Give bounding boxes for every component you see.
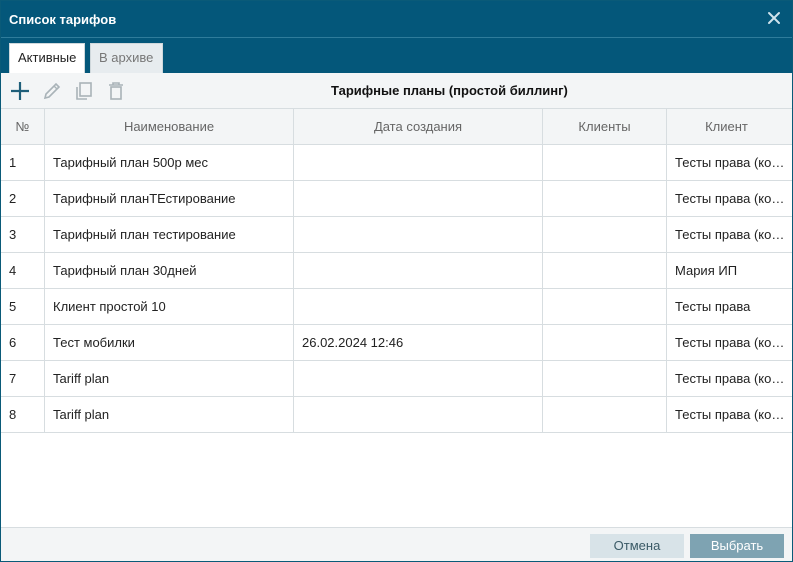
row-client-cell: Тесты права (копия) <box>675 407 792 422</box>
row-created-cell: 26.02.2024 12:46 <box>294 325 543 361</box>
row-created-cell <box>294 361 543 397</box>
row-name-cell: Тест мобилки <box>45 325 294 361</box>
row-clients-cell <box>543 145 667 181</box>
column-header-number[interactable]: № <box>1 109 45 145</box>
table-row[interactable]: 8 Tariff plan Тесты права (копия) <box>1 397 792 433</box>
table-row[interactable]: 5 Клиент простой 10 Тесты права <box>1 289 792 325</box>
table-row[interactable]: 4 Тарифный план 30дней Мария ИП <box>1 253 792 289</box>
tab-strip: Активные В архиве <box>1 37 792 73</box>
row-clients-cell <box>543 325 667 361</box>
row-client-cell: Тесты права (копия) <box>675 191 792 206</box>
column-header-name[interactable]: Наименование <box>45 109 294 145</box>
table-row[interactable]: 6 Тест мобилки 26.02.2024 12:46 Тесты права… <box>1 325 792 361</box>
row-client-cell: Тесты права (копия) <box>675 227 792 242</box>
row-name-cell: Tariff plan <box>45 397 294 433</box>
row-number-cell: 8 <box>1 397 45 433</box>
row-name-cell: Клиент простой 10 <box>45 289 294 325</box>
row-clients-cell <box>543 289 667 325</box>
toolbar: Тарифные планы (простой биллинг) <box>1 73 792 109</box>
table-row[interactable]: 2 Тарифный планТЕстирование Тесты права (к… <box>1 181 792 217</box>
row-created-cell <box>294 289 543 325</box>
row-clients-cell <box>543 361 667 397</box>
tariff-list-dialog: Список тарифов Активные В архиве Тарифны… <box>0 0 793 562</box>
row-number-cell: 3 <box>1 217 45 253</box>
row-number-cell: 5 <box>1 289 45 325</box>
row-clients-cell <box>543 217 667 253</box>
row-created-cell <box>294 145 543 181</box>
row-clients-cell <box>543 397 667 433</box>
toolbar-caption: Тарифные планы (простой биллинг) <box>331 83 568 98</box>
select-button[interactable]: Выбрать <box>690 534 784 558</box>
cancel-button[interactable]: Отмена <box>590 534 684 558</box>
row-created-cell <box>294 181 543 217</box>
row-clients-cell <box>543 181 667 217</box>
row-client-cell: Мария ИП <box>675 263 738 278</box>
row-number-cell: 2 <box>1 181 45 217</box>
table-row[interactable]: 3 Тарифный план тестирование Тесты права (… <box>1 217 792 253</box>
tab-active[interactable]: Активные <box>9 43 85 73</box>
plus-icon[interactable] <box>9 80 31 102</box>
dialog-title: Список тарифов <box>9 12 117 27</box>
pencil-icon[interactable] <box>41 80 63 102</box>
row-client-cell: Тесты права (копия) <box>675 371 792 386</box>
row-name-cell: Tariff plan <box>45 361 294 397</box>
dialog-footer: Отмена Выбрать <box>1 527 792 561</box>
column-header-clients[interactable]: Клиенты <box>543 109 667 145</box>
row-created-cell <box>294 397 543 433</box>
row-client-cell: Тесты права (копия) <box>675 155 792 170</box>
row-name-cell: Тарифный планТЕстирование <box>45 181 294 217</box>
row-clients-cell <box>543 253 667 289</box>
close-icon[interactable] <box>766 10 782 26</box>
row-number-cell: 4 <box>1 253 45 289</box>
table-header: № Наименование Дата создания Клиенты Кли… <box>1 109 792 145</box>
row-created-cell <box>294 253 543 289</box>
row-client-cell: Тесты права (копия) <box>675 335 792 350</box>
trash-icon[interactable] <box>105 80 127 102</box>
table-row[interactable]: 7 Tariff plan Тесты права (копия) <box>1 361 792 397</box>
row-client-cell: Тесты права <box>675 299 751 314</box>
row-number-cell: 7 <box>1 361 45 397</box>
row-name-cell: Тарифный план 500р мес <box>45 145 294 181</box>
column-header-client[interactable]: Клиент <box>667 109 792 145</box>
column-header-created[interactable]: Дата создания <box>294 109 543 145</box>
row-number-cell: 1 <box>1 145 45 181</box>
row-number-cell: 6 <box>1 325 45 361</box>
row-name-cell: Тарифный план 30дней <box>45 253 294 289</box>
table-row[interactable]: 1 Тарифный план 500р мес Тесты права (копи… <box>1 145 792 181</box>
row-created-cell <box>294 217 543 253</box>
row-name-cell: Тарифный план тестирование <box>45 217 294 253</box>
dialog-titlebar: Список тарифов <box>1 1 792 37</box>
tab-archive[interactable]: В архиве <box>90 43 163 73</box>
copy-icon[interactable] <box>73 80 95 102</box>
